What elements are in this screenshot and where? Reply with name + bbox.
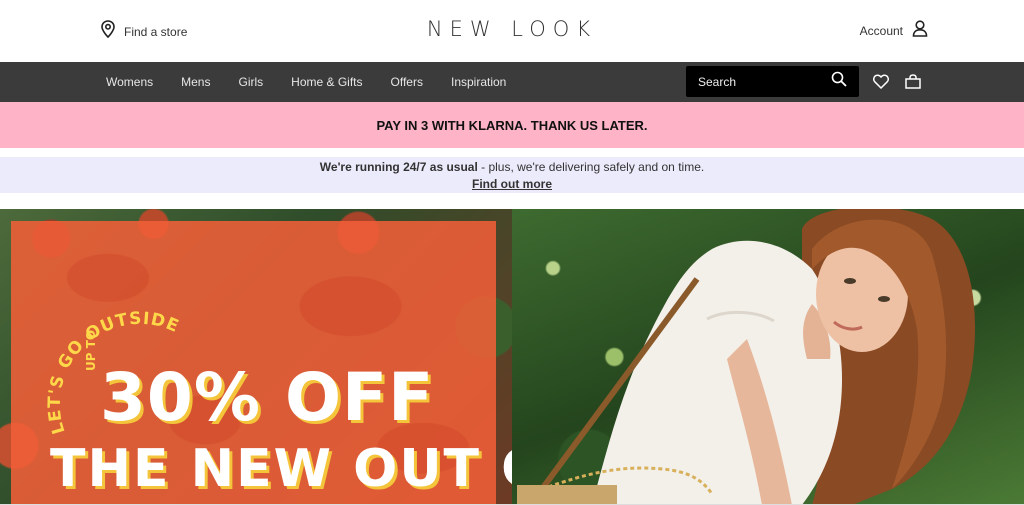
nav-item-womens[interactable]: Womens (106, 75, 153, 89)
nav-item-girls[interactable]: Girls (238, 75, 263, 89)
bag-icon[interactable] (905, 74, 921, 94)
upto-text: UP TO (84, 329, 98, 371)
heart-icon[interactable] (872, 74, 890, 94)
user-icon (912, 20, 928, 42)
search-box (686, 66, 859, 97)
hero-right-image (512, 209, 1024, 505)
nav-menu: Womens Mens Girls Home & Gifts Offers In… (106, 62, 534, 102)
account-link[interactable]: Account (860, 20, 928, 42)
find-out-more-link[interactable]: Find out more (472, 177, 552, 191)
service-info-bold: We're running 24/7 as usual (319, 160, 478, 174)
search-input[interactable] (698, 74, 818, 89)
service-info-banner: We're running 24/7 as usual - plus, we'r… (0, 157, 1024, 193)
nav-item-home-gifts[interactable]: Home & Gifts (291, 75, 362, 89)
service-info-rest: - plus, we're delivering safely and on t… (477, 160, 705, 174)
nav-item-inspiration[interactable]: Inspiration (451, 75, 506, 89)
klarna-banner-text: PAY IN 3 WITH KLARNA. THANK US LATER. (376, 117, 648, 133)
klarna-banner[interactable]: PAY IN 3 WITH KLARNA. THANK US LATER. (0, 102, 1024, 148)
hero-banner[interactable]: LET'S GO OUTSIDE UP TO 30% OFF THE NEW O… (0, 209, 1024, 505)
model-photo (517, 209, 976, 505)
account-label: Account (859, 24, 903, 38)
main-nav: Womens Mens Girls Home & Gifts Offers In… (0, 62, 1024, 102)
search-icon[interactable] (831, 71, 847, 92)
top-header: Find a store NEW LOOK Account (0, 0, 1024, 62)
offer-headline: 30% OFF (100, 359, 435, 436)
hero-left-image: LET'S GO OUTSIDE UP TO 30% OFF THE NEW O… (0, 209, 627, 505)
nav-item-mens[interactable]: Mens (181, 75, 210, 89)
service-info-text: We're running 24/7 as usual - plus, we'r… (0, 160, 1024, 174)
nav-item-offers[interactable]: Offers (391, 75, 423, 89)
